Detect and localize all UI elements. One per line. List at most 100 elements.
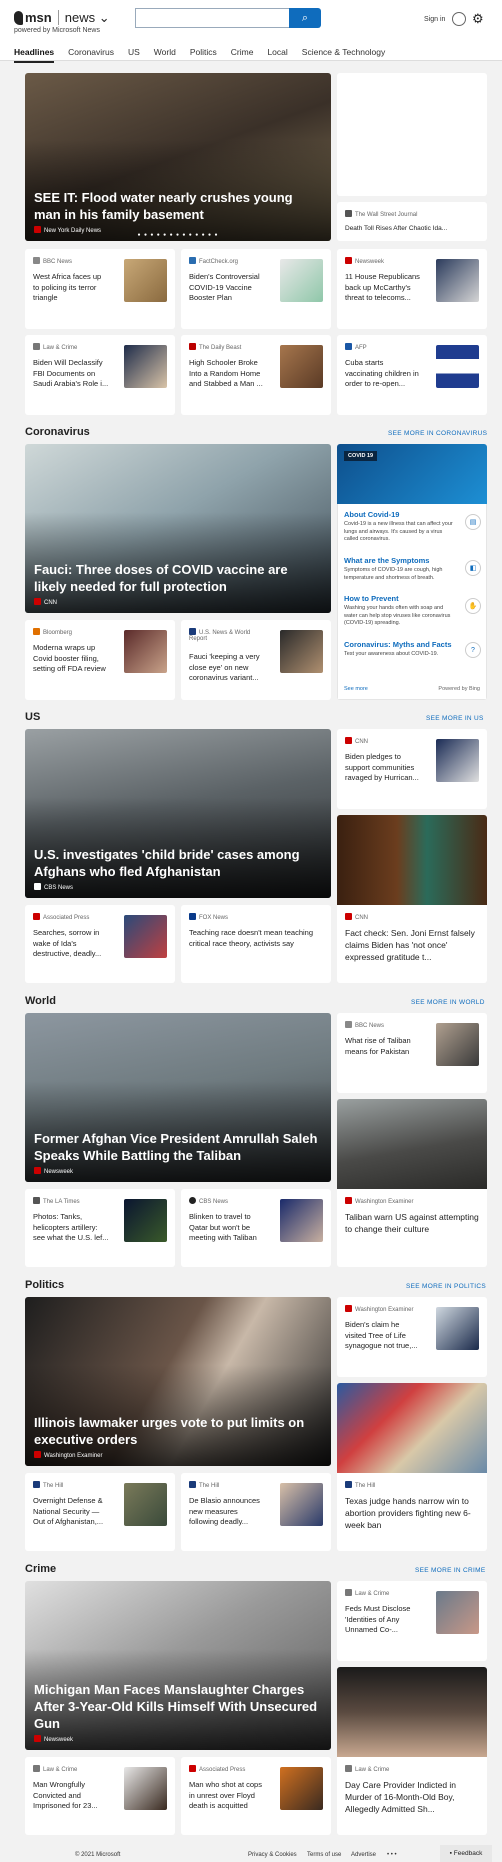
card-source-label: BBC News (355, 1023, 385, 1029)
source-logo-icon (345, 737, 352, 744)
covid-item-title: How to Prevent (344, 594, 399, 603)
msn-bird-icon (14, 11, 23, 25)
source-logo-icon (189, 628, 196, 635)
card-source-label: Washington Examiner (355, 1307, 414, 1313)
gear-icon[interactable]: ⚙ (472, 11, 484, 27)
hero-card[interactable]: Fauci: Three doses of COVID vaccine are … (25, 444, 331, 613)
see-more-politics[interactable]: SEE MORE IN POLITICS (406, 1283, 486, 1290)
news-card[interactable]: Washington Examiner Biden's claim he vis… (337, 1297, 487, 1377)
source-logo-icon (34, 1167, 41, 1174)
covid-item[interactable]: How to Prevent Washing your hands often w… (344, 594, 456, 628)
covid-item-text: Test your awareness about COVID-19. (344, 651, 439, 657)
search-button[interactable]: ⌕ (289, 8, 321, 28)
news-dropdown[interactable]: news ⌄ (57, 10, 110, 25)
hero-card[interactable]: Illinois lawmaker urges vote to put limi… (25, 1297, 331, 1466)
source-logo-icon (345, 1589, 352, 1596)
card-source: CNN (345, 913, 368, 921)
source-logo-icon (34, 1451, 41, 1458)
news-card[interactable]: Newsweek 11 House Republicans back up Mc… (337, 249, 487, 329)
feedback-label: Feedback (453, 1850, 483, 1857)
card-source: CBS News (189, 1197, 275, 1205)
card-thumbnail (124, 259, 167, 302)
news-card[interactable]: Law & Crime Biden Will Declassify FBI Do… (25, 335, 175, 415)
hero-card[interactable]: SEE IT: Flood water nearly crushes young… (25, 73, 331, 241)
news-card-tall[interactable]: The Hill Texas judge hands narrow win to… (337, 1383, 487, 1551)
card-title: West Africa faces up to policing its ter… (33, 272, 102, 302)
news-card-tall[interactable]: Washington Examiner Taliban warn US agai… (337, 1099, 487, 1267)
see-more-crime[interactable]: SEE MORE IN CRIME (415, 1567, 485, 1574)
terms-link[interactable]: Terms of use (307, 1852, 341, 1858)
covid-item[interactable]: What are the Symptoms Symptoms of COVID-1… (344, 556, 456, 582)
sign-in-link[interactable]: Sign in (424, 16, 445, 23)
card-title: Fauci 'keeping a very close eye' on new … (189, 652, 260, 682)
news-card[interactable]: Associated Press Man who shot at cops in… (181, 1757, 331, 1835)
source-logo-icon (34, 598, 41, 605)
msn-logo[interactable]: msn news ⌄ (14, 10, 110, 26)
covid-item-text: Covid-19 is a new illness that can affec… (344, 521, 453, 542)
news-card[interactable]: BBC News West Africa faces up to policin… (25, 249, 175, 329)
hero-card[interactable]: Michigan Man Faces Manslaughter Charges … (25, 1581, 331, 1750)
info-icon: ▤ (465, 514, 481, 530)
card-source-label: Associated Press (43, 915, 90, 921)
covid-see-more-link[interactable]: See more (344, 686, 368, 692)
source-logo-icon (345, 1021, 352, 1028)
source-logo-icon (345, 1197, 352, 1204)
search-icon: ⌕ (301, 11, 309, 24)
card-title: Searches, sorrow in wake of Ida's destru… (33, 928, 102, 958)
news-card-tall[interactable]: CNN Fact check: Sen. Joni Ernst falsely … (337, 815, 487, 983)
card-thumbnail (280, 1199, 323, 1242)
news-card[interactable]: CNN Biden pledges to support communities… (337, 729, 487, 809)
see-more-world[interactable]: SEE MORE IN WORLD (411, 999, 485, 1006)
news-card[interactable]: U.S. News & World Report Fauci 'keeping … (181, 620, 331, 700)
news-card[interactable]: FOX News Teaching race doesn't mean teac… (181, 905, 331, 983)
side-card[interactable]: The Wall Street Journal Death Toll Rises… (337, 202, 487, 241)
card-source: The Hill (345, 1481, 375, 1489)
card-title: Man who shot at cops in unrest over Floy… (189, 1780, 262, 1810)
source-logo-icon (33, 1197, 40, 1204)
hero-card[interactable]: Former Afghan Vice President Amrullah Sa… (25, 1013, 331, 1182)
covid-item[interactable]: About Covid-19 Covid-19 is a new illness … (344, 510, 456, 544)
news-card[interactable]: The Hill De Blasio announces new measure… (181, 1473, 331, 1551)
covid-item[interactable]: Coronavirus: Myths and Facts Test your aw… (344, 640, 456, 659)
news-card[interactable]: Associated Press Searches, sorrow in wak… (25, 905, 175, 983)
card-title: Photos: Tanks, helicopters artillery: se… (33, 1212, 109, 1242)
more-links-icon[interactable]: • • • (387, 1852, 397, 1858)
feedback-button[interactable]: ▪ Feedback (440, 1845, 492, 1862)
card-thumbnail (436, 1591, 479, 1634)
search-input[interactable] (135, 8, 289, 28)
news-card[interactable]: BBC News What rise of Taliban means for … (337, 1013, 487, 1093)
card-title: Teaching race doesn't mean teaching crit… (189, 928, 314, 948)
news-card[interactable]: CBS News Blinken to travel to Qatar but … (181, 1189, 331, 1267)
source-logo-icon (34, 1735, 41, 1742)
card-title: Biden Will Declassify FBI Documents on S… (33, 358, 109, 388)
news-card[interactable]: The LA Times Photos: Tanks, helicopters … (25, 1189, 175, 1267)
hero-card[interactable]: U.S. investigates 'child bride' cases am… (25, 729, 331, 898)
news-card[interactable]: The Hill Overnight Defense & National Se… (25, 1473, 175, 1551)
news-card[interactable]: FactCheck.org Biden's Controversial COVI… (181, 249, 331, 329)
news-card-tall[interactable]: Law & Crime Day Care Provider Indicted i… (337, 1667, 487, 1835)
advertise-link[interactable]: Advertise (351, 1852, 376, 1858)
card-source-label: Law & Crime (43, 1767, 78, 1773)
card-title: Moderna wraps up Covid booster filing, s… (33, 643, 106, 673)
section-heading-crime: Crime (25, 1563, 57, 1575)
avatar-icon[interactable] (452, 12, 466, 26)
news-card[interactable]: Bloomberg Moderna wraps up Covid booster… (25, 620, 175, 700)
news-card[interactable]: AFP Cuba starts vaccinating children in … (337, 335, 487, 415)
hero-title: Illinois lawmaker urges vote to put limi… (34, 1415, 305, 1447)
footer: © 2021 Microsoft Privacy & Cookies Terms… (0, 1848, 502, 1862)
carousel-dots[interactable]: ● ● ● ● ● ● ● ● ● ● ● ● ● (25, 232, 331, 238)
see-more-us[interactable]: SEE MORE IN US (426, 715, 484, 722)
news-card[interactable]: The Daily Beast High Schooler Broke Into… (181, 335, 331, 415)
news-card[interactable]: Law & Crime Feds Must Disclose 'Identiti… (337, 1581, 487, 1661)
see-more-coronavirus[interactable]: SEE MORE IN CORONAVIRUS (388, 430, 487, 437)
card-thumbnail (124, 1483, 167, 1526)
card-source-label: The Hill (199, 1483, 220, 1489)
privacy-link[interactable]: Privacy & Cookies (248, 1852, 297, 1858)
covid-item-title: About Covid-19 (344, 510, 400, 519)
card-title: Feds Must Disclose 'Identities of Any Un… (345, 1604, 411, 1634)
news-card[interactable]: Law & Crime Man Wrongfully Convicted and… (25, 1757, 175, 1835)
card-thumbnail (124, 1767, 167, 1810)
hero-source-label: Washington Examiner (44, 1453, 103, 1459)
hero-source: Newsweek (34, 1735, 73, 1743)
hero-source-label: Newsweek (44, 1737, 74, 1743)
